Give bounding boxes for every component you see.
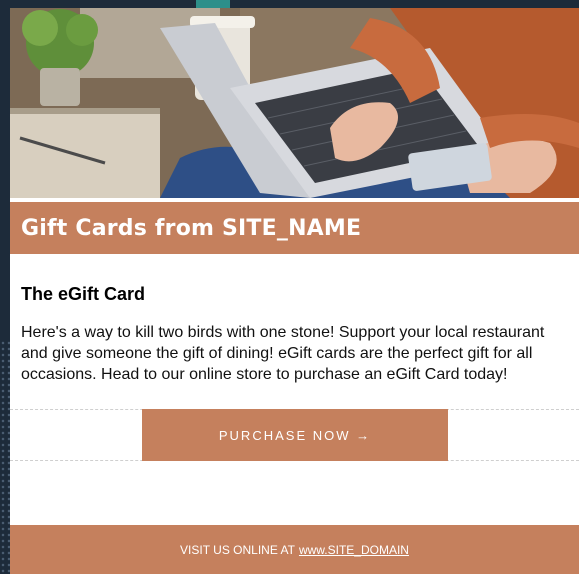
title-band: Gift Cards from SITE_NAME <box>10 198 579 254</box>
body-text: Here's a way to kill two birds with one … <box>21 324 545 383</box>
section-heading: The eGift Card <box>21 284 146 304</box>
email-title: Gift Cards from SITE_NAME <box>21 215 362 241</box>
hero-image <box>10 8 579 198</box>
purchase-now-button[interactable]: PURCHASE NOW → <box>142 409 448 461</box>
email-card: Gift Cards from SITE_NAME The eGift Card… <box>10 8 579 574</box>
email-content: The eGift Card Here's a way to kill two … <box>10 254 579 385</box>
footer-text: VISIT US ONLINE AT <box>180 542 295 557</box>
footer-domain-link[interactable]: www.SITE_DOMAIN <box>299 543 409 557</box>
footer-bar: VISIT US ONLINE AT www.SITE_DOMAIN <box>10 525 579 574</box>
laptop-shopping-illustration <box>10 8 579 198</box>
cta-area: PURCHASE NOW → <box>10 409 579 461</box>
